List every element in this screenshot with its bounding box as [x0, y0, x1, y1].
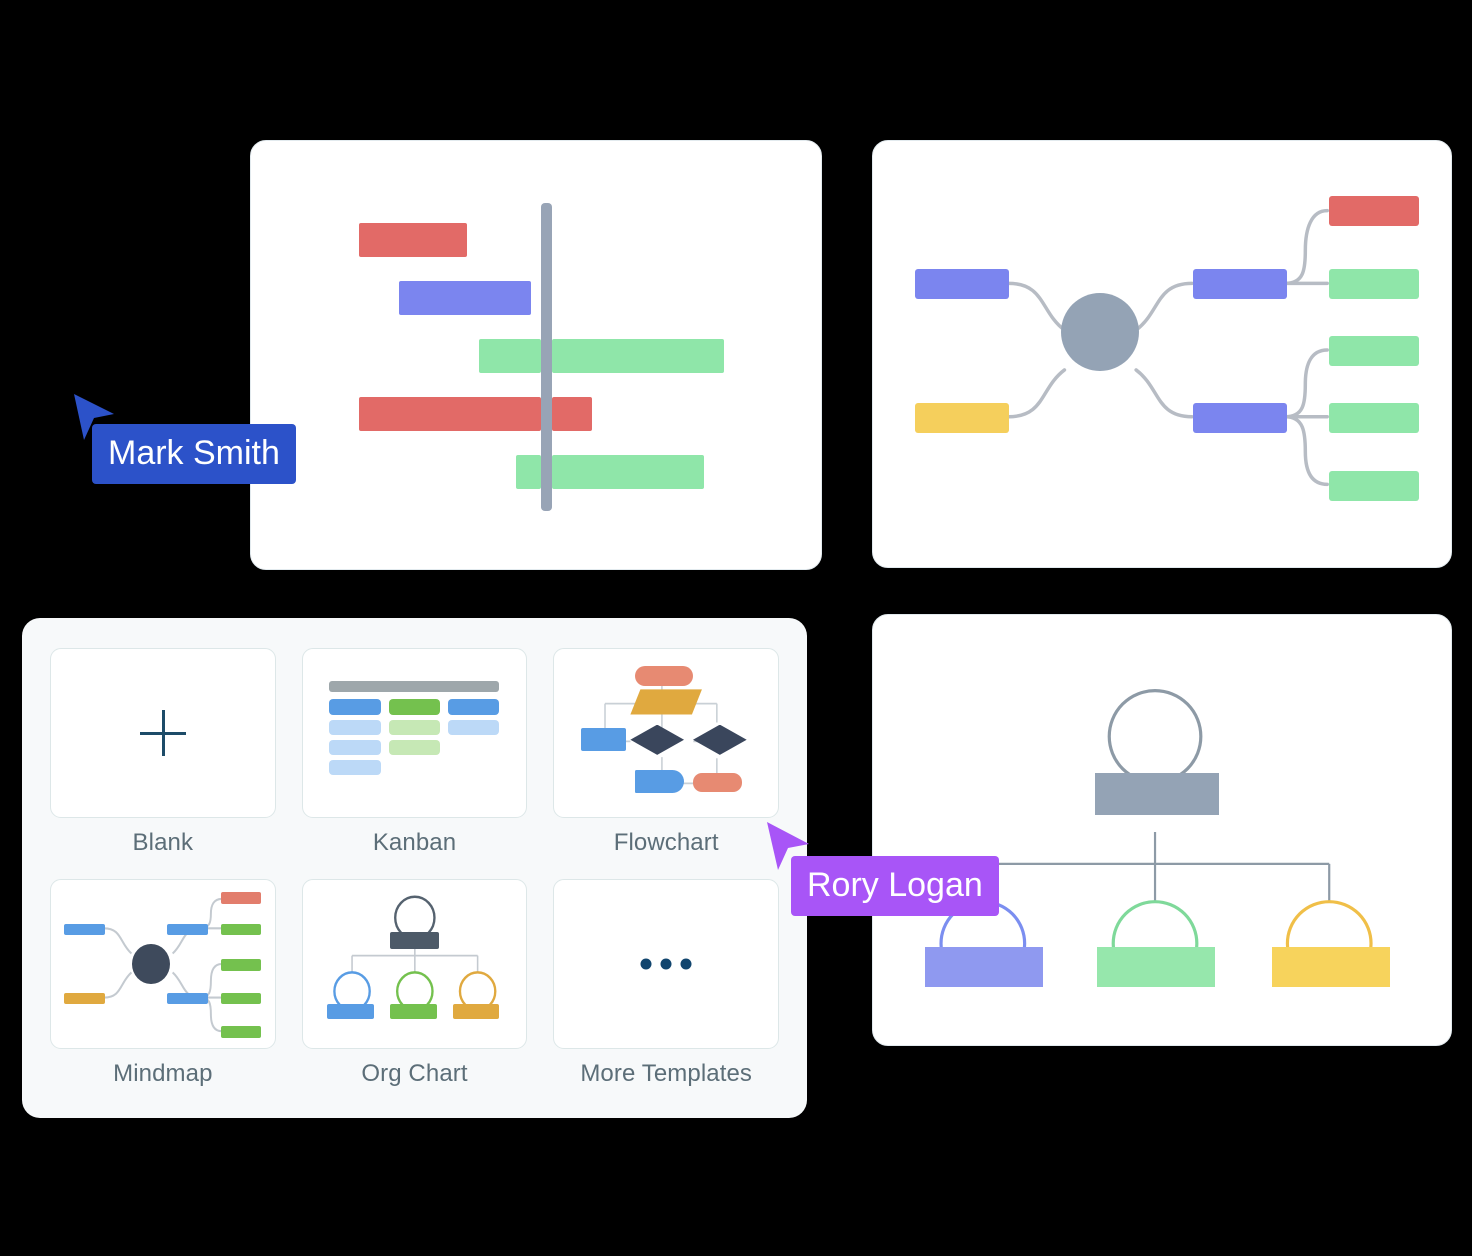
- cursor-label-chip: Rory Logan: [791, 856, 999, 916]
- kanban-cell: [329, 739, 381, 755]
- template-label: More Templates: [580, 1060, 753, 1087]
- org-chart-thumbnail[interactable]: [301, 879, 528, 1049]
- kanban-thumbnail[interactable]: [301, 648, 528, 818]
- canvas-stage: Blank Kanban Flowchart Mindmap Org Chart…: [0, 0, 1472, 1256]
- org-thumb-root-rect: [389, 932, 440, 949]
- mindmap-thumb-leaf: [220, 992, 262, 1005]
- template-item-more-templates[interactable]: More Templates: [553, 879, 779, 1088]
- mindmap-node[interactable]: [915, 269, 1009, 299]
- org-thumb-child-rect: [389, 1004, 437, 1020]
- gantt-today-divider[interactable]: [541, 203, 552, 511]
- mindmap-leaf-node[interactable]: [1329, 196, 1419, 226]
- flowchart-end-pill: [693, 773, 743, 792]
- kanban-cell: [448, 719, 500, 735]
- template-label: Org Chart: [361, 1060, 468, 1087]
- mindmap-thumb-node: [167, 923, 208, 936]
- kanban-cell: [448, 699, 500, 715]
- cursor-label-chip: Mark Smith: [92, 424, 296, 484]
- flowchart-input-rect: [581, 727, 626, 752]
- kanban-cell: [388, 699, 441, 715]
- org-root-rect[interactable]: [1095, 773, 1219, 815]
- kanban-cell: [388, 739, 441, 755]
- flowchart-thumbnail[interactable]: [553, 648, 779, 818]
- org-child-rect[interactable]: [925, 947, 1043, 987]
- template-item-org-chart[interactable]: Org Chart: [301, 879, 528, 1088]
- mindmap-thumbnail[interactable]: [50, 879, 276, 1049]
- mindmap-leaf-node[interactable]: [1329, 471, 1419, 501]
- mindmap-node[interactable]: [915, 403, 1009, 433]
- gantt-bar[interactable]: [399, 281, 531, 315]
- mindmap-thumb-leaf: [220, 1026, 262, 1038]
- blank-thumbnail[interactable]: [50, 648, 276, 818]
- org-chart-thumb-edges: [332, 895, 497, 1012]
- kanban-cell: [329, 719, 381, 735]
- mindmap-leaf-node[interactable]: [1329, 269, 1419, 299]
- gantt-bar[interactable]: [516, 455, 541, 489]
- template-label: Kanban: [372, 829, 457, 856]
- gantt-bar[interactable]: [359, 397, 541, 431]
- gantt-chart-card[interactable]: [250, 140, 822, 570]
- kanban-cell: [388, 719, 441, 735]
- kanban-cell: [329, 699, 381, 715]
- template-label: Mindmap: [113, 1060, 213, 1087]
- mindmap-leaf-node[interactable]: [1329, 336, 1419, 366]
- mindmap-node[interactable]: [1193, 269, 1287, 299]
- mindmap-node[interactable]: [1193, 403, 1287, 433]
- org-thumb-child-rect: [452, 1004, 500, 1020]
- org-thumb-child-rect: [327, 1004, 375, 1020]
- org-chart-card[interactable]: [872, 614, 1452, 1046]
- kanban-header-bar: [329, 680, 500, 692]
- mindmap-thumb-node: [167, 992, 208, 1005]
- kanban-cell: [329, 759, 381, 775]
- template-label: Blank: [132, 829, 194, 856]
- gantt-bar[interactable]: [359, 223, 467, 257]
- gantt-bar[interactable]: [552, 397, 592, 431]
- org-child-rect[interactable]: [1272, 947, 1390, 987]
- template-item-mindmap[interactable]: Mindmap: [50, 879, 276, 1088]
- gantt-bar[interactable]: [479, 339, 541, 373]
- ellipsis-icon: [640, 958, 692, 970]
- mindmap-leaf-node[interactable]: [1329, 403, 1419, 433]
- org-child-rect[interactable]: [1097, 947, 1215, 987]
- mindmap-thumb-leaf: [220, 958, 262, 971]
- template-item-flowchart[interactable]: Flowchart: [553, 648, 779, 857]
- mindmap-card[interactable]: [872, 140, 1452, 568]
- template-item-blank[interactable]: Blank: [50, 648, 276, 857]
- gantt-bar[interactable]: [552, 455, 704, 489]
- mindmap-thumb-node: [64, 923, 105, 936]
- template-item-kanban[interactable]: Kanban: [301, 648, 528, 857]
- mindmap-thumb-root: [131, 943, 170, 985]
- gantt-bar[interactable]: [552, 339, 724, 373]
- template-picker-panel[interactable]: Blank Kanban Flowchart Mindmap Org Chart…: [22, 618, 807, 1118]
- mindmap-root-node[interactable]: [1061, 293, 1139, 371]
- template-grid: Blank Kanban Flowchart Mindmap Org Chart…: [50, 648, 779, 1088]
- mindmap-thumb-leaf: [220, 891, 262, 904]
- flowchart-process-parallelogram: [630, 689, 702, 715]
- mindmap-thumb-node: [64, 992, 105, 1005]
- more-templates-thumbnail[interactable]: [553, 879, 779, 1049]
- mindmap-thumb-leaf: [220, 923, 262, 936]
- template-label: Flowchart: [613, 829, 719, 856]
- flowchart-output-shape: [634, 769, 685, 794]
- flowchart-start-pill: [634, 665, 693, 686]
